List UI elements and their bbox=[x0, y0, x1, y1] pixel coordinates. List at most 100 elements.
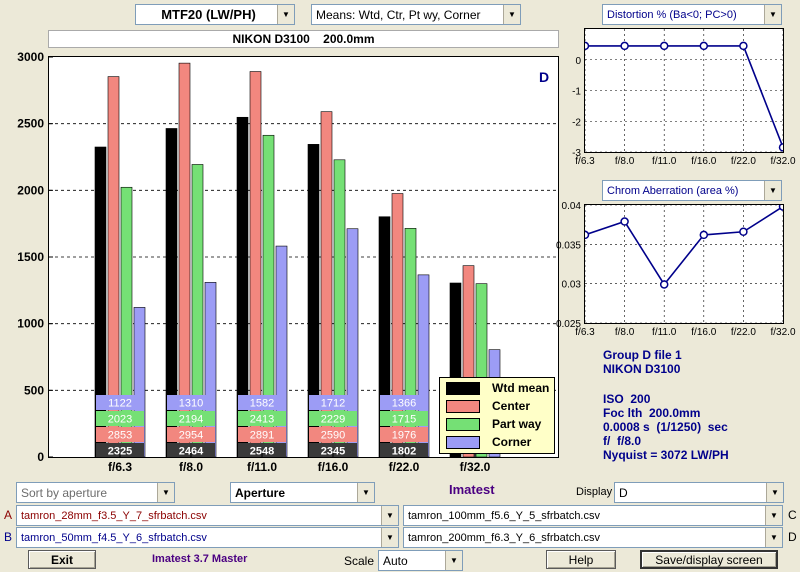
value-label: 1582 bbox=[250, 398, 274, 410]
x-tick-label: f/32.0 bbox=[460, 460, 491, 474]
y-tick-label: 2000 bbox=[17, 183, 44, 197]
chevron-down-icon[interactable]: ▼ bbox=[765, 506, 782, 525]
value-label: 2853 bbox=[108, 430, 132, 442]
y-tick-label: -1 bbox=[572, 87, 581, 98]
info-camera: NIKON D3100 bbox=[603, 362, 681, 376]
value-label: 2325 bbox=[108, 446, 132, 458]
x-tick-label: f/8.0 bbox=[179, 460, 203, 474]
aperture-select[interactable]: Aperture ▼ bbox=[230, 482, 375, 503]
means-select-value: Means: Wtd, Ctr, Pt wy, Corner bbox=[316, 7, 481, 22]
exit-button[interactable]: Exit bbox=[28, 550, 96, 569]
file-c-tag: C bbox=[788, 508, 797, 522]
legend-label-center: Center bbox=[492, 399, 531, 413]
y-tick-label: -3 bbox=[572, 148, 581, 159]
x-tick-label: f/16.0 bbox=[691, 327, 716, 338]
chevron-down-icon[interactable]: ▼ bbox=[357, 483, 374, 502]
data-point bbox=[778, 143, 783, 152]
file-a-tag: A bbox=[4, 508, 13, 522]
y-tick-label: 1500 bbox=[17, 250, 44, 264]
info-group: Group D file 1 bbox=[603, 348, 682, 362]
y-tick-label: 1000 bbox=[17, 317, 44, 331]
value-label: 2464 bbox=[179, 446, 204, 458]
y-tick-label: 0.035 bbox=[556, 240, 581, 251]
y-tick-label: 0.03 bbox=[562, 280, 582, 291]
legend-swatch-part bbox=[446, 418, 480, 431]
data-point bbox=[739, 41, 748, 51]
chrom-select[interactable]: Chrom Aberration (area %) ▼ bbox=[602, 180, 782, 201]
imatest-window: MTF20 (LW/PH) ▼ Means: Wtd, Ctr, Pt wy, … bbox=[0, 0, 800, 572]
chevron-down-icon[interactable]: ▼ bbox=[445, 551, 462, 570]
distortion-select-value: Distortion % (Ba<0; PC>0) bbox=[607, 8, 737, 21]
x-tick-label: f/6.3 bbox=[108, 460, 132, 474]
mtf-bar-chart: 1122 1310 1582 1712 1366 2023 2194 2413 2229 1715… bbox=[48, 56, 559, 458]
y-tick-label: 0 bbox=[37, 450, 44, 464]
value-label: 2548 bbox=[250, 446, 274, 458]
save-display-button[interactable]: Save/display screen bbox=[640, 550, 778, 569]
x-tick-label: f/6.3 bbox=[575, 327, 595, 338]
info-panel: Group D file 1 NIKON D3100 ISO 200 Foc l… bbox=[603, 348, 729, 462]
file-a-select[interactable]: tamron_28mm_f3.5_Y_7_sfrbatch.csv ▼ bbox=[16, 505, 399, 526]
means-select[interactable]: Means: Wtd, Ctr, Pt wy, Corner ▼ bbox=[311, 4, 521, 25]
file-d-select[interactable]: tamron_200mm_f6.3_Y_6_sfrbatch.csv ▼ bbox=[403, 527, 783, 548]
scale-select[interactable]: Auto ▼ bbox=[378, 550, 463, 571]
data-point bbox=[778, 205, 783, 211]
value-label: 1712 bbox=[321, 398, 345, 410]
value-label: 2229 bbox=[321, 414, 345, 426]
x-tick-label: f/32.0 bbox=[770, 156, 795, 167]
file-d-tag: D bbox=[788, 530, 797, 544]
chevron-down-icon[interactable]: ▼ bbox=[764, 5, 781, 24]
help-button[interactable]: Help bbox=[546, 550, 616, 569]
x-tick-label: f/22.0 bbox=[731, 327, 756, 338]
chevron-down-icon[interactable]: ▼ bbox=[381, 528, 398, 547]
chevron-down-icon[interactable]: ▼ bbox=[766, 483, 783, 502]
chevron-down-icon[interactable]: ▼ bbox=[277, 5, 294, 24]
chevron-down-icon[interactable]: ▼ bbox=[503, 5, 520, 24]
y-tick-label: 0.04 bbox=[562, 201, 582, 212]
chart-legend: Wtd mean Center Part way Corner bbox=[439, 377, 555, 454]
x-tick-label: f/11.0 bbox=[652, 327, 677, 338]
value-label: 2954 bbox=[179, 430, 203, 442]
file-c-select[interactable]: tamron_100mm_f5.6_Y_5_sfrbatch.csv ▼ bbox=[403, 505, 783, 526]
file-c-value: tamron_100mm_f5.6_Y_5_sfrbatch.csv bbox=[408, 509, 600, 522]
chevron-down-icon[interactable]: ▼ bbox=[764, 181, 781, 200]
file-b-tag: B bbox=[4, 530, 13, 544]
file-b-select[interactable]: tamron_50mm_f4.5_Y_6_sfrbatch.csv ▼ bbox=[16, 527, 399, 548]
version-label: Imatest 3.7 Master bbox=[152, 553, 248, 565]
value-label: 2891 bbox=[250, 430, 274, 442]
chevron-down-icon[interactable]: ▼ bbox=[381, 506, 398, 525]
scale-label: Scale bbox=[344, 554, 375, 568]
mtf-select-value: MTF20 (LW/PH) bbox=[161, 7, 256, 22]
info-iso: ISO 200 bbox=[603, 392, 651, 406]
info-focal-length: Foc lth 200.0mm bbox=[603, 406, 701, 420]
chevron-down-icon[interactable]: ▼ bbox=[765, 528, 782, 547]
series-line bbox=[585, 205, 783, 286]
sort-select[interactable]: Sort by aperture ▼ bbox=[16, 482, 175, 503]
value-label: 1802 bbox=[392, 446, 416, 458]
x-tick-label: f/6.3 bbox=[575, 156, 595, 167]
y-tick-label: 2500 bbox=[17, 117, 44, 131]
display-select[interactable]: D ▼ bbox=[614, 482, 784, 503]
data-point bbox=[585, 230, 590, 240]
data-point bbox=[739, 227, 748, 236]
value-label: 1366 bbox=[392, 398, 416, 410]
data-point bbox=[620, 217, 629, 226]
legend-label-part: Part way bbox=[492, 417, 542, 431]
distortion-select[interactable]: Distortion % (Ba<0; PC>0) ▼ bbox=[602, 4, 782, 25]
data-point bbox=[699, 230, 709, 240]
x-tick-label: f/16.0 bbox=[318, 460, 349, 474]
chrom-chart bbox=[584, 204, 784, 324]
chevron-down-icon[interactable]: ▼ bbox=[157, 483, 174, 502]
x-tick-label: f/16.0 bbox=[691, 156, 716, 167]
legend-swatch-wtd bbox=[446, 382, 480, 395]
value-label: 2194 bbox=[179, 414, 203, 426]
info-nyquist: Nyquist = 3072 LW/PH bbox=[603, 448, 729, 462]
distortion-chart bbox=[584, 28, 784, 153]
y-tick-label: 3000 bbox=[17, 50, 44, 64]
mtf-select[interactable]: MTF20 (LW/PH) ▼ bbox=[135, 4, 295, 25]
data-point bbox=[585, 41, 590, 51]
bar-wtd-mean bbox=[94, 146, 107, 457]
data-point bbox=[659, 280, 669, 289]
camera-title: NIKON D3100 200.0mm bbox=[48, 30, 559, 48]
y-tick-label: 0.025 bbox=[556, 319, 581, 330]
info-aperture: f/ f/8.0 bbox=[603, 434, 642, 448]
